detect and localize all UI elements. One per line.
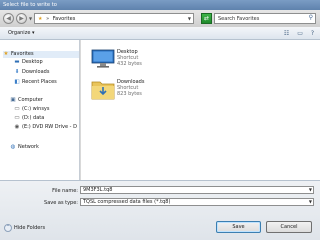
breadcrumb-item-favorites[interactable]: Favorites xyxy=(53,16,76,22)
views-icon[interactable]: ☷ xyxy=(284,30,289,37)
hide-folders-button[interactable]: ˄ Hide Folders xyxy=(4,222,52,234)
sidebar-item-downloads[interactable]: ⬇ Downloads xyxy=(14,69,50,76)
command-toolbar: Organize ▾ ☷ ▭ ? xyxy=(0,27,320,40)
file-list: Desktop Shortcut 432 bytes Downloads Sho… xyxy=(81,40,320,180)
title-bar: Select file to write to xyxy=(0,0,320,10)
sidebar-item-drive-c[interactable]: ▭ (C:) winsys xyxy=(14,106,49,113)
recent-places-icon: ◧ xyxy=(14,79,20,85)
computer-icon: ▣ xyxy=(10,97,16,103)
search-placeholder: Search Favorites xyxy=(218,16,260,22)
back-arrow-icon[interactable]: ◀ xyxy=(3,13,14,24)
sidebar-item-label: Computer xyxy=(18,97,43,103)
network-icon: ◍ xyxy=(10,144,16,150)
hide-folders-label: Hide Folders xyxy=(14,225,46,231)
desktop-shortcut-icon xyxy=(91,49,115,68)
search-input[interactable]: Search Favorites ⚲ xyxy=(214,13,316,24)
sidebar-item-label: Favorites xyxy=(11,51,34,57)
sidebar-item-network[interactable]: ◍ Network xyxy=(10,144,39,151)
desktop-icon: ▬ xyxy=(14,59,20,65)
list-item[interactable]: Downloads Shortcut 823 bytes xyxy=(91,78,211,108)
drive-icon: ▭ xyxy=(14,106,20,112)
recent-pages-dropdown-icon[interactable]: ▼ xyxy=(28,16,33,21)
downloads-icon: ⬇ xyxy=(14,69,20,75)
chevron-up-icon: ˄ xyxy=(4,223,12,232)
sidebar-item-label: (D:) data xyxy=(22,115,45,121)
sidebar-item-label: Recent Places xyxy=(22,79,57,85)
forward-arrow-icon[interactable]: ▶ xyxy=(16,13,27,24)
address-bar: ◀ ▶ ▼ ★ » Favorites ▼ ⇄ Search Favorites… xyxy=(0,10,320,27)
sidebar-item-desktop[interactable]: ▬ Desktop xyxy=(14,59,43,66)
dvd-drive-icon: ◉ xyxy=(14,124,20,130)
window-title: Select file to write to xyxy=(3,2,57,8)
cancel-button[interactable]: Cancel xyxy=(266,221,312,233)
breadcrumb-separator-icon[interactable]: » xyxy=(46,16,49,22)
toolbar-icons: ☷ ▭ ? xyxy=(278,30,314,37)
chevron-down-icon[interactable]: ▼ xyxy=(309,187,312,193)
sidebar-item-computer[interactable]: ▣ Computer xyxy=(10,97,43,104)
list-item[interactable]: Desktop Shortcut 432 bytes xyxy=(91,48,211,78)
sidebar-item-label: Desktop xyxy=(22,59,43,65)
help-icon[interactable]: ? xyxy=(311,30,314,37)
chevron-down-icon[interactable]: ▼ xyxy=(309,199,312,205)
savetype-select[interactable]: TQSL compressed data files (*.tq8) ▼ xyxy=(80,198,314,206)
chevron-down-icon[interactable]: ▼ xyxy=(188,15,191,23)
navigation-pane: ★ Favorites ▬ Desktop ⬇ Downloads ◧ Recent P… xyxy=(0,40,80,180)
filename-label: File name: xyxy=(52,188,78,194)
downloads-folder-icon xyxy=(91,81,115,100)
drive-icon: ▭ xyxy=(14,115,20,121)
filename-field[interactable]: 9M3F3L.tq8 ▼ xyxy=(80,186,314,194)
sidebar-item-label: (C:) winsys xyxy=(22,106,50,112)
star-icon: ★ xyxy=(38,16,43,22)
sidebar-item-recent-places[interactable]: ◧ Recent Places xyxy=(14,79,57,86)
file-size: 823 bytes xyxy=(117,91,142,97)
refresh-icon[interactable]: ⇄ xyxy=(201,13,212,24)
savetype-label: Save as type: xyxy=(44,200,78,206)
filename-value: 9M3F3L.tq8 xyxy=(83,187,113,193)
file-size: 432 bytes xyxy=(117,61,142,67)
sidebar-item-drive-e[interactable]: ◉ (E:) DVD RW Drive - D xyxy=(14,124,80,131)
sidebar-item-drive-d[interactable]: ▭ (D:) data xyxy=(14,115,44,122)
sidebar-item-favorites[interactable]: ★ Favorites xyxy=(3,51,79,58)
preview-pane-icon[interactable]: ▭ xyxy=(297,30,303,37)
sidebar-item-label: (E:) DVD RW Drive - D xyxy=(22,124,77,130)
organize-button[interactable]: Organize ▾ xyxy=(8,30,35,36)
save-panel: File name: 9M3F3L.tq8 ▼ Save as type: TQ… xyxy=(0,180,320,240)
sidebar-item-label: Network xyxy=(18,144,39,150)
savetype-value: TQSL compressed data files (*.tq8) xyxy=(83,199,171,205)
breadcrumb[interactable]: ★ » Favorites ▼ xyxy=(34,13,194,24)
save-button[interactable]: Save xyxy=(216,221,261,233)
search-icon[interactable]: ⚲ xyxy=(309,14,313,22)
star-icon: ★ xyxy=(3,51,9,57)
sidebar-item-label: Downloads xyxy=(22,69,50,75)
